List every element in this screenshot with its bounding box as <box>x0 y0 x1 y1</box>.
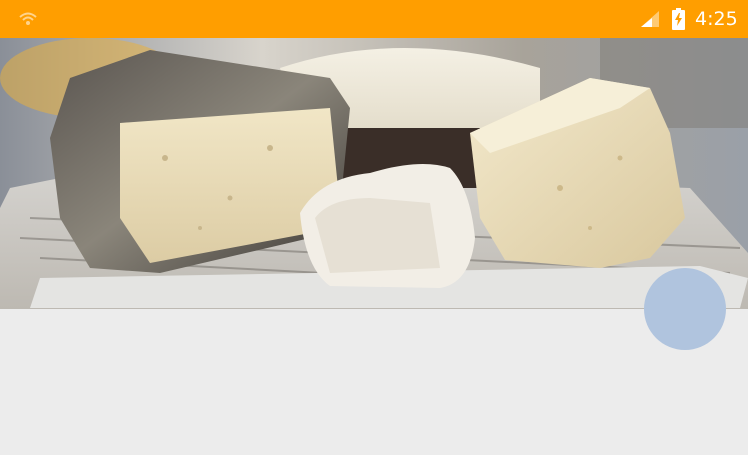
hero-image <box>0 38 748 309</box>
signal-icon <box>641 11 659 27</box>
notification-icon <box>18 9 38 29</box>
status-clock: 4:25 <box>695 8 738 30</box>
app-screen: 4:25 <box>0 0 748 455</box>
battery-charging-icon <box>672 8 685 30</box>
floating-action-button[interactable] <box>644 268 726 350</box>
content-area <box>0 309 748 455</box>
status-bar: 4:25 <box>0 0 748 38</box>
